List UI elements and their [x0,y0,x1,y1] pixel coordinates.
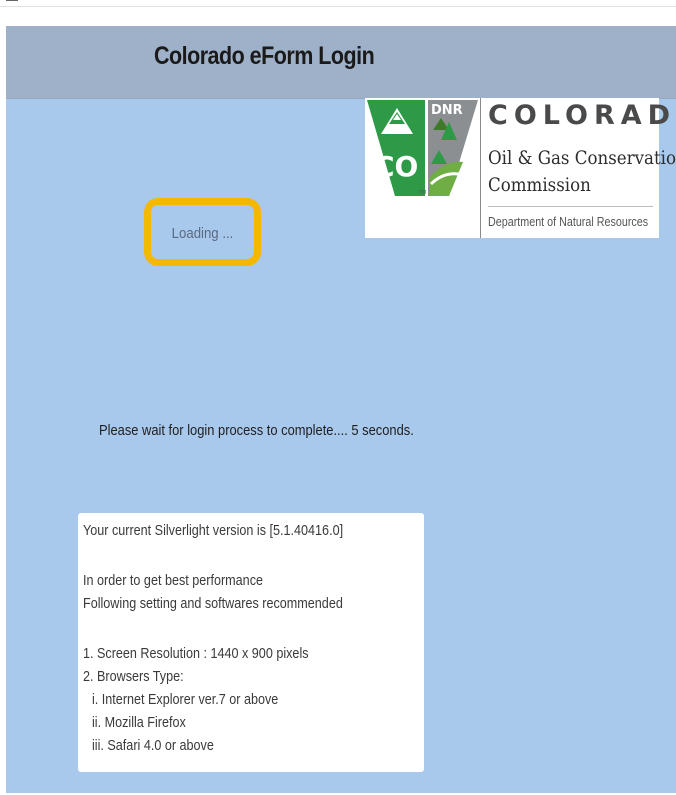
login-wait-message: Please wait for login process to complet… [99,422,414,439]
dnr-badge-text: DNR [431,103,463,118]
performance-note-text: In order to get best performance [83,572,264,589]
browsers-type-item: 2. Browsers Type: [83,668,184,685]
system-requirements-panel: Your current Silverlight version is [5.1… [78,513,424,772]
browser-safari-item: iii. Safari 4.0 or above [92,737,214,754]
screen-resolution-item: 1. Screen Resolution : 1440 x 900 pixels [83,645,309,662]
logo-divider [480,98,481,238]
logo-wordmark: COLORADO [488,100,676,131]
silverlight-version-text: Your current Silverlight version is [5.1… [83,522,344,539]
logo-department: Department of Natural Resources [488,215,649,229]
browser-ie-item: i. Internet Explorer ver.7 or above [92,691,279,708]
window-top-dash [6,0,18,1]
app-container: Colorado eForm Login DNR CO TM COLORAD O … [6,26,676,793]
loading-indicator: Loading ... [144,198,261,266]
browser-firefox-item: ii. Mozilla Firefox [92,714,186,731]
trademark-text: TM [418,190,426,196]
dnr-emblem-icon: DNR CO TM [367,100,478,196]
logo-org-line-2: Commission [488,175,591,196]
header-bar: Colorado eForm Login [6,26,676,99]
loading-text: Loading ... [171,225,234,242]
logo-rule [488,206,653,207]
logo-org-line-1: Oil & Gas Conservation [488,148,676,169]
co-badge-text: CO [374,150,418,183]
cogcc-logo: DNR CO TM COLORADO Oil & Gas Conservatio… [365,98,676,238]
window-top-border [0,6,676,7]
page-title: Colorado eForm Login [154,42,375,70]
recommended-settings-text: Following setting and softwares recommen… [83,595,343,612]
